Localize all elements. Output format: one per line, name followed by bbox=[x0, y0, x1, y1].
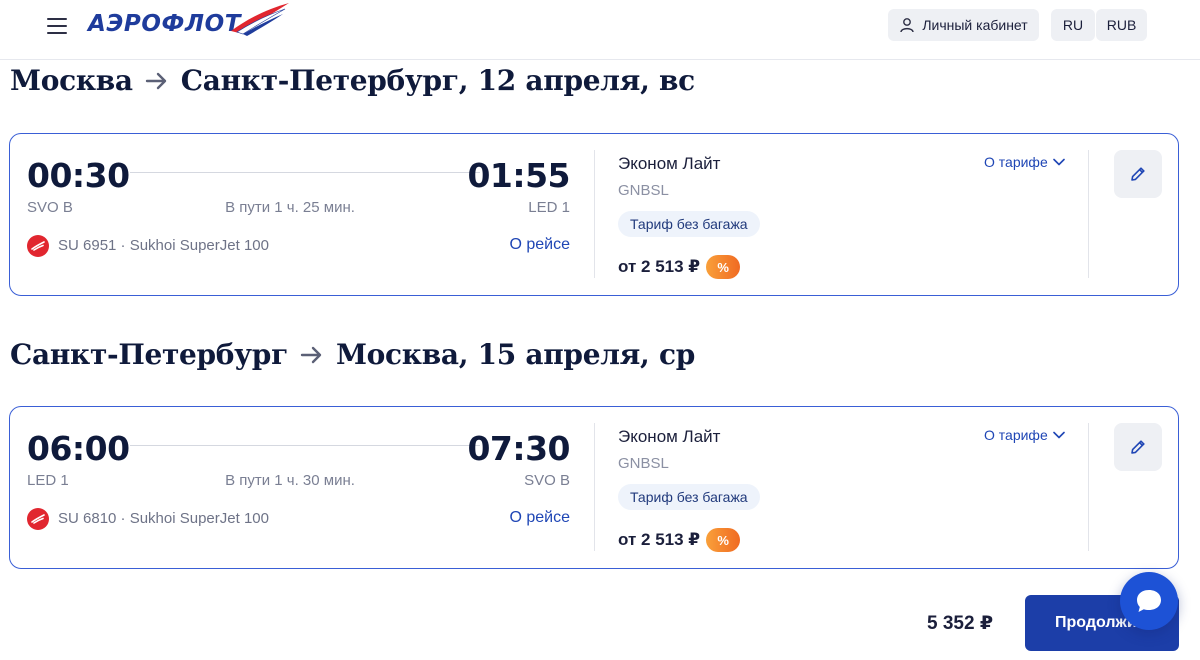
discount-badge: % bbox=[706, 528, 741, 552]
about-tariff-label: О тарифе bbox=[984, 427, 1048, 443]
departure-time: 00:30 bbox=[27, 156, 130, 195]
baggage-badge: Тариф без багажа bbox=[618, 211, 760, 237]
arrival-time: 07:30 bbox=[467, 429, 570, 468]
divider bbox=[594, 423, 595, 551]
tariff-code: GNBSL bbox=[618, 455, 669, 472]
user-icon bbox=[900, 18, 915, 33]
about-tariff-link[interactable]: О тарифе bbox=[984, 427, 1065, 443]
tariff-name: Эконом Лайт bbox=[618, 427, 721, 446]
departure-airport: SVO B bbox=[27, 199, 73, 216]
divider bbox=[1088, 150, 1089, 278]
route-title-outbound: Москва Санкт-Петербург, 12 апреля, вс bbox=[10, 64, 695, 97]
route-title-return: Санкт-Петербург Москва, 15 апреля, ср bbox=[10, 338, 695, 371]
flight-card-outbound[interactable]: 00:30 01:55 SVO B В пути 1 ч. 25 мин. LE… bbox=[9, 133, 1179, 296]
chevron-down-icon bbox=[1052, 431, 1065, 439]
baggage-badge: Тариф без багажа bbox=[618, 484, 760, 510]
language-button[interactable]: RU bbox=[1051, 9, 1095, 41]
aeroflot-logo[interactable]: АЭРОФЛОТ bbox=[88, 3, 291, 42]
personal-account-label: Личный кабинет bbox=[922, 17, 1028, 33]
timeline bbox=[130, 172, 480, 173]
divider bbox=[594, 150, 595, 278]
logo-wing-icon bbox=[231, 3, 290, 36]
chevron-down-icon bbox=[1052, 158, 1065, 166]
menu-icon[interactable] bbox=[46, 14, 70, 38]
divider bbox=[1088, 423, 1089, 551]
total-price: 5 352 ₽ bbox=[927, 613, 994, 634]
arrival-airport: SVO B bbox=[524, 472, 570, 489]
tariff-name: Эконом Лайт bbox=[618, 154, 721, 173]
personal-account-button[interactable]: Личный кабинет bbox=[888, 9, 1039, 41]
discount-badge: % bbox=[706, 255, 741, 279]
flight-duration: В пути 1 ч. 25 мин. bbox=[225, 199, 355, 216]
arrow-right-icon bbox=[145, 71, 169, 91]
logo-text: АЭРОФЛОТ bbox=[88, 11, 242, 37]
about-tariff-link[interactable]: О тарифе bbox=[984, 154, 1065, 170]
currency-button[interactable]: RUB bbox=[1096, 9, 1147, 41]
flight-card-return[interactable]: 06:00 07:30 LED 1 В пути 1 ч. 30 мин. SV… bbox=[9, 406, 1179, 569]
edit-button[interactable] bbox=[1114, 423, 1162, 471]
flight-number: SU 6951 · Sukhoi SuperJet 100 bbox=[58, 237, 269, 254]
edit-button[interactable] bbox=[1114, 150, 1162, 198]
chat-icon bbox=[1137, 590, 1161, 612]
arrow-right-icon bbox=[300, 345, 324, 365]
route-from: Москва bbox=[10, 64, 133, 97]
arrival-time: 01:55 bbox=[467, 156, 570, 195]
flight-number: SU 6810 · Sukhoi SuperJet 100 bbox=[58, 510, 269, 527]
tariff-price: от 2 513 ₽ % bbox=[618, 255, 741, 279]
price-value: от 2 513 ₽ bbox=[618, 530, 701, 549]
airline-logo-icon bbox=[27, 508, 49, 530]
airline-logo-icon bbox=[27, 235, 49, 257]
arrival-airport: LED 1 bbox=[528, 199, 570, 216]
header: АЭРОФЛОТ Личный кабинет RU RUB bbox=[0, 0, 1200, 60]
tariff-code: GNBSL bbox=[618, 182, 669, 199]
about-flight-link[interactable]: О рейсе bbox=[509, 236, 570, 254]
about-flight-link[interactable]: О рейсе bbox=[509, 509, 570, 527]
tariff-price: от 2 513 ₽ % bbox=[618, 528, 741, 552]
flight-duration: В пути 1 ч. 30 мин. bbox=[225, 472, 355, 489]
chat-button[interactable] bbox=[1120, 572, 1178, 630]
route-to: Санкт-Петербург, 12 апреля, вс bbox=[180, 64, 695, 97]
about-tariff-label: О тарифе bbox=[984, 154, 1048, 170]
departure-airport: LED 1 bbox=[27, 472, 69, 489]
pencil-icon bbox=[1131, 440, 1145, 454]
route-from: Санкт-Петербург bbox=[10, 338, 288, 371]
pencil-icon bbox=[1131, 167, 1145, 181]
price-value: от 2 513 ₽ bbox=[618, 257, 701, 276]
timeline bbox=[130, 445, 480, 446]
route-to: Москва, 15 апреля, ср bbox=[335, 338, 695, 371]
departure-time: 06:00 bbox=[27, 429, 130, 468]
